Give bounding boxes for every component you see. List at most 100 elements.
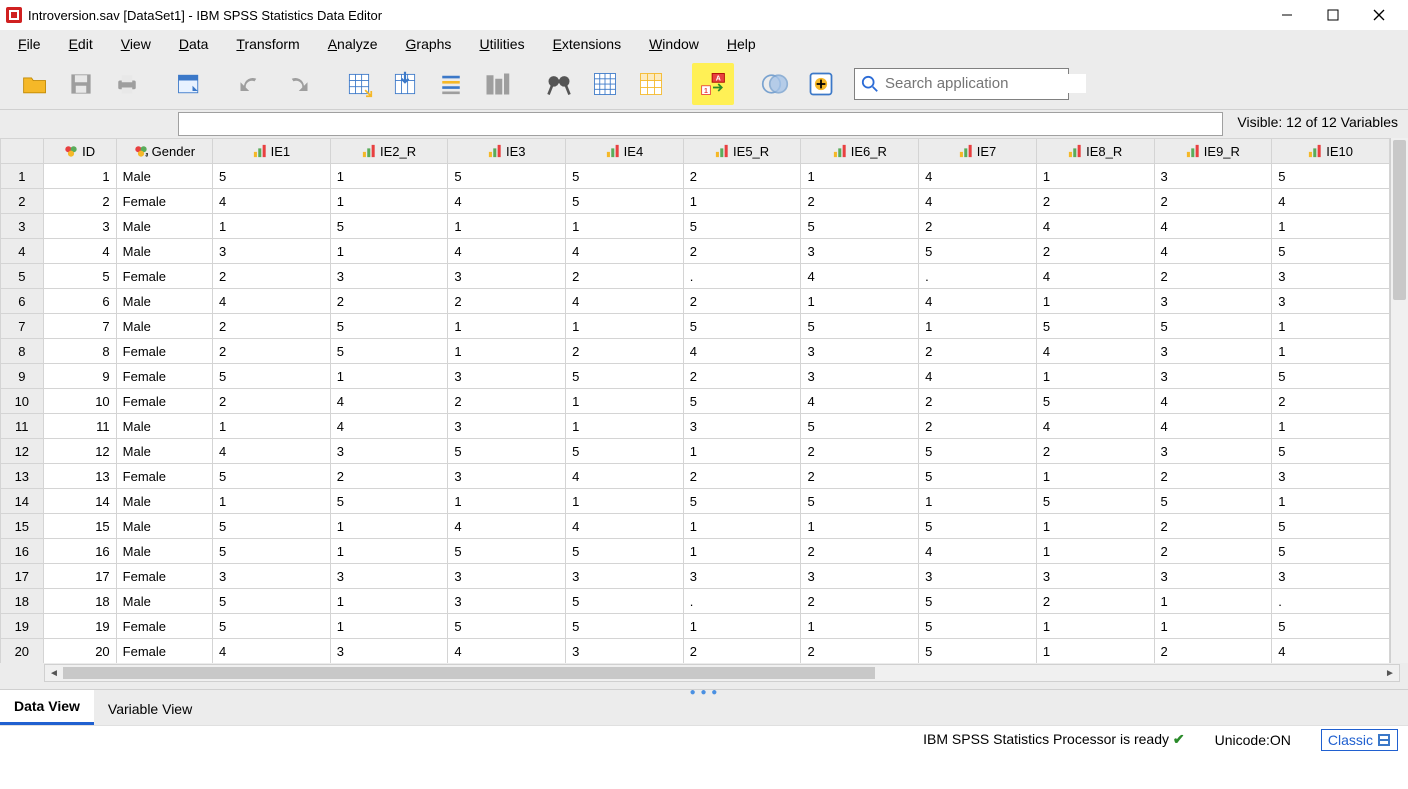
cell-value[interactable]: 3 — [801, 564, 919, 589]
cell-value[interactable]: 1 — [1272, 414, 1390, 439]
cell-gender[interactable]: Female — [116, 339, 212, 364]
row-header[interactable]: 4 — [1, 239, 44, 264]
close-button[interactable] — [1356, 0, 1402, 30]
menu-graphs[interactable]: Graphs — [392, 32, 466, 56]
column-header-IE8_R[interactable]: IE8_R — [1036, 139, 1154, 164]
cell-value[interactable]: 2 — [566, 264, 684, 289]
cell-value[interactable]: 5 — [330, 489, 448, 514]
menu-view[interactable]: View — [107, 32, 165, 56]
cell-value[interactable]: 1 — [448, 214, 566, 239]
cell-value[interactable]: 1 — [330, 514, 448, 539]
cell-value[interactable]: 1 — [330, 239, 448, 264]
row-header[interactable]: 10 — [1, 389, 44, 414]
cell-gender[interactable]: Male — [116, 589, 212, 614]
cell-value[interactable]: 5 — [566, 189, 684, 214]
cell-value[interactable]: 3 — [448, 364, 566, 389]
cell-value[interactable]: 5 — [1154, 489, 1272, 514]
cell-value[interactable]: 5 — [801, 489, 919, 514]
cell-value[interactable]: 4 — [566, 239, 684, 264]
cell-value[interactable]: 1 — [1036, 364, 1154, 389]
cell-value[interactable]: 5 — [1272, 364, 1390, 389]
cell-gender[interactable]: Male — [116, 439, 212, 464]
split-file-button[interactable] — [584, 63, 626, 105]
row-header[interactable]: 17 — [1, 564, 44, 589]
cell-id[interactable]: 2 — [43, 189, 116, 214]
cell-value[interactable]: 2 — [1036, 439, 1154, 464]
value-labels-button[interactable]: A1 — [692, 63, 734, 105]
row-header[interactable]: 19 — [1, 614, 44, 639]
cell-value[interactable]: 5 — [919, 514, 1037, 539]
cell-gender[interactable]: Male — [116, 289, 212, 314]
cell-gender[interactable]: Male — [116, 414, 212, 439]
cell-value[interactable]: 2 — [566, 339, 684, 364]
column-header-IE9_R[interactable]: IE9_R — [1154, 139, 1272, 164]
cell-value[interactable]: 3 — [683, 564, 801, 589]
cell-value[interactable]: 2 — [919, 389, 1037, 414]
cell-value[interactable]: 1 — [1272, 489, 1390, 514]
cell-value[interactable]: 3 — [801, 239, 919, 264]
cell-value[interactable]: 4 — [213, 439, 331, 464]
cell-value[interactable]: 3 — [566, 564, 684, 589]
cell-value[interactable]: 1 — [919, 489, 1037, 514]
column-header-IE5_R[interactable]: IE5_R — [683, 139, 801, 164]
cell-value[interactable]: 3 — [448, 589, 566, 614]
corner-cell[interactable] — [1, 139, 44, 164]
row-header[interactable]: 3 — [1, 214, 44, 239]
column-header-IE2_R[interactable]: IE2_R — [330, 139, 448, 164]
menu-edit[interactable]: Edit — [55, 32, 107, 56]
menu-transform[interactable]: Transform — [222, 32, 313, 56]
cell-value[interactable]: 5 — [801, 314, 919, 339]
search-box[interactable] — [854, 68, 1069, 100]
cell-value[interactable]: 3 — [213, 239, 331, 264]
cell-gender[interactable]: Female — [116, 639, 212, 664]
cell-value[interactable]: 1 — [448, 314, 566, 339]
cell-gender[interactable]: Male — [116, 314, 212, 339]
cell-value[interactable]: 2 — [683, 464, 801, 489]
cell-value[interactable]: 1 — [566, 414, 684, 439]
cell-gender[interactable]: Male — [116, 239, 212, 264]
cell-value[interactable]: 2 — [1036, 239, 1154, 264]
cell-value[interactable]: 2 — [801, 639, 919, 664]
cell-value[interactable]: 1 — [801, 614, 919, 639]
cell-value[interactable]: 5 — [683, 214, 801, 239]
cell-value[interactable]: 4 — [1036, 264, 1154, 289]
cell-value[interactable]: 4 — [919, 364, 1037, 389]
cell-value[interactable]: 5 — [919, 639, 1037, 664]
cell-id[interactable]: 8 — [43, 339, 116, 364]
row-header[interactable]: 18 — [1, 589, 44, 614]
cell-id[interactable]: 3 — [43, 214, 116, 239]
expression-input[interactable] — [178, 112, 1223, 136]
cell-value[interactable]: 5 — [1272, 514, 1390, 539]
cell-value[interactable]: 5 — [919, 239, 1037, 264]
save-button[interactable] — [60, 63, 102, 105]
cell-value[interactable]: 4 — [1036, 414, 1154, 439]
cell-value[interactable]: 5 — [683, 489, 801, 514]
cell-gender[interactable]: Male — [116, 164, 212, 189]
maximize-button[interactable] — [1310, 0, 1356, 30]
cell-gender[interactable]: Female — [116, 464, 212, 489]
cell-id[interactable]: 11 — [43, 414, 116, 439]
cell-value[interactable]: 4 — [801, 264, 919, 289]
cell-value[interactable]: 3 — [330, 439, 448, 464]
search-input[interactable] — [883, 74, 1086, 93]
cell-value[interactable]: 4 — [1272, 639, 1390, 664]
cell-value[interactable]: 4 — [448, 189, 566, 214]
cell-value[interactable]: 1 — [330, 539, 448, 564]
cell-value[interactable]: 1 — [801, 514, 919, 539]
cell-value[interactable]: 3 — [1272, 564, 1390, 589]
cell-value[interactable]: 5 — [683, 314, 801, 339]
menu-file[interactable]: File — [4, 32, 55, 56]
menu-data[interactable]: Data — [165, 32, 223, 56]
cell-value[interactable]: 1 — [1272, 214, 1390, 239]
cell-value[interactable]: 5 — [1272, 239, 1390, 264]
column-header-Gender[interactable]: Gender — [116, 139, 212, 164]
cell-value[interactable]: 1 — [330, 364, 448, 389]
cell-value[interactable]: 1 — [448, 339, 566, 364]
cell-value[interactable]: 1 — [683, 614, 801, 639]
cell-value[interactable]: 3 — [801, 364, 919, 389]
cell-value[interactable]: 5 — [1036, 489, 1154, 514]
cell-value[interactable]: 2 — [448, 289, 566, 314]
cell-value[interactable]: 5 — [1272, 539, 1390, 564]
use-sets-button[interactable] — [754, 63, 796, 105]
cell-value[interactable]: 3 — [1154, 439, 1272, 464]
